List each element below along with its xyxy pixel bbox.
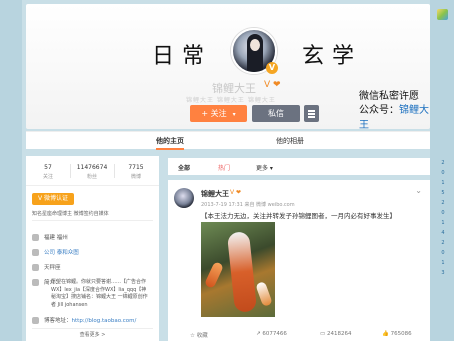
stat-posts[interactable]: 7715 微博 <box>114 164 158 180</box>
stat-label: 粉丝 <box>86 174 97 180</box>
stat-number: 7715 <box>128 164 144 171</box>
favorite-button[interactable]: ☆ 收藏 <box>190 331 208 339</box>
feed-tabs: 全部 热门 更多 ▾ <box>168 158 430 175</box>
post-author-name[interactable]: 锦鲤大王 <box>201 189 229 199</box>
rail-digit[interactable]: 1 <box>434 258 452 268</box>
tab-album[interactable]: 他的相册 <box>276 136 304 146</box>
profile-tabbar: 他的主页 他的相册 <box>26 131 430 150</box>
rail-digit[interactable]: 1 <box>434 178 452 188</box>
feed-post: 锦鲤大王 V ❤ 2013-7-19 17:31 来自 微博 weibo.com… <box>168 180 430 341</box>
tags-text: 天秤座 <box>44 265 61 271</box>
stat-followers[interactable]: 11476674 粉丝 <box>70 164 114 180</box>
info-tags: 天秤座 <box>32 263 156 271</box>
rail-digit[interactable]: 0 <box>434 168 452 178</box>
post-text: 【本王法力无边，关注并转发子孙锦鲤图者，一月内必有好事发生】 <box>201 212 396 220</box>
feed-tab-hot[interactable]: 热门 <box>218 163 230 172</box>
repost-button[interactable]: ↗ 6077466 <box>256 331 287 337</box>
profile-username: 锦鲤大王 <box>212 82 256 95</box>
profile-sidebar: 57 关注 11476674 粉丝 7715 微博 V 微博认证 知名星座命理博主 微… <box>26 156 159 341</box>
rail-digit[interactable]: 5 <box>434 188 452 198</box>
verified-badge-icon: V <box>266 62 278 74</box>
follow-button[interactable]: + 关注 ▾ <box>190 105 247 122</box>
stat-label: 关注 <box>42 174 53 180</box>
feed-tab-more[interactable]: 更多 ▾ <box>256 163 273 172</box>
follow-label: + 关注 <box>201 109 227 118</box>
info-company: 公司 泰和众图 <box>32 248 156 256</box>
location-text: 福建 福州 <box>44 235 68 241</box>
company-icon <box>32 249 39 256</box>
avatar-face <box>250 39 260 51</box>
app-icon[interactable] <box>437 9 448 20</box>
intro-icon <box>32 279 39 286</box>
post-actions: ☆ 收藏 ↗ 6077466 ▭ 2418264 👍 765086 <box>168 331 430 341</box>
profile-bio: 锦鲤大王 锦鲤大王 锦鲤大王 <box>186 97 276 104</box>
left-background-strip <box>0 0 22 341</box>
favorite-label: 收藏 <box>196 333 208 339</box>
blog-icon <box>32 317 39 324</box>
blog-label: 博客地址： <box>44 318 72 324</box>
location-icon <box>32 234 39 241</box>
rail-digit[interactable]: 0 <box>434 208 452 218</box>
chevron-down-icon[interactable]: ⌄ <box>415 186 422 195</box>
vip-icons: V ❤ <box>264 80 281 90</box>
like-button[interactable]: 👍 765086 <box>382 331 412 337</box>
comment-count: 2418264 <box>326 331 352 337</box>
tag-icon <box>32 264 39 271</box>
rail-digit[interactable]: 0 <box>434 248 452 258</box>
cover-title-right: 玄学 <box>302 44 363 69</box>
message-button[interactable]: 私信 <box>252 105 300 122</box>
post-koi-image[interactable] <box>201 222 275 317</box>
koi-fish-shape <box>255 281 273 307</box>
stat-following[interactable]: 57 关注 <box>26 164 70 180</box>
stat-number: 57 <box>44 164 52 171</box>
info-location: 福建 福州 <box>32 233 156 241</box>
stat-label: 微博 <box>130 174 141 180</box>
menu-line-icon <box>308 116 315 118</box>
official-account-note: 公众号：锦鲤大王 <box>359 101 430 131</box>
comment-button[interactable]: ▭ 2418264 <box>320 331 351 337</box>
chevron-down-icon: ▾ <box>232 111 236 118</box>
profile-cover: 日常 玄学 V 锦鲤大王 V ❤ 锦鲤大王 锦鲤大王 锦鲤大王 + 关注 ▾ 私信… <box>26 4 430 131</box>
official-account-prefix: 公众号： <box>359 105 399 116</box>
rail-digit[interactable]: 2 <box>434 238 452 248</box>
repost-count: 6077466 <box>262 331 287 337</box>
rail-digit[interactable]: 3 <box>434 268 452 278</box>
view-more-link[interactable]: 查看更多 > <box>26 331 159 338</box>
divider <box>32 220 153 221</box>
profile-page: 日常 玄学 V 锦鲤大王 V ❤ 锦鲤大王 锦鲤大王 锦鲤大王 + 关注 ▾ 私信… <box>0 0 454 341</box>
intro-text: 愿望在锦鲤。你就只要答谢……【广告合作WX】lex_jia【深度合作WX】lia… <box>51 279 148 308</box>
more-menu-button[interactable] <box>304 105 319 122</box>
wish-note: 微信私密许愿 <box>359 91 419 102</box>
tab-home[interactable]: 他的主页 <box>156 136 184 150</box>
verification-note: 知名星座命理博主 微博签约自媒体 <box>32 211 109 217</box>
blog-link[interactable]: http://blog.taobao.com/ <box>72 318 137 324</box>
menu-line-icon <box>308 110 315 112</box>
feed-tab-all[interactable]: 全部 <box>178 163 190 172</box>
post-meta: 2013-7-19 17:31 来自 微博 weibo.com <box>201 202 295 208</box>
post-author-avatar[interactable] <box>174 188 194 208</box>
verification-badge[interactable]: V 微博认证 <box>32 193 75 205</box>
menu-line-icon <box>308 113 315 115</box>
stats-row: 57 关注 11476674 粉丝 7715 微博 <box>26 156 159 186</box>
year-timeline-rail: 2 0 1 5 2 0 1 4 2 0 1 3 <box>434 158 452 278</box>
company-link[interactable]: 公司 泰和众图 <box>44 250 79 256</box>
stat-number: 11476674 <box>76 164 108 171</box>
divider <box>32 328 153 329</box>
koi-fish-shape <box>203 261 225 289</box>
info-blog: 博客地址：http://blog.taobao.com/ <box>32 316 156 324</box>
post-author-badges: V ❤ <box>230 189 242 196</box>
like-count: 765086 <box>390 331 412 337</box>
rail-digit[interactable]: 2 <box>434 198 452 208</box>
rail-digit[interactable]: 2 <box>434 158 452 168</box>
rail-digit[interactable]: 4 <box>434 228 452 238</box>
rail-digit[interactable]: 1 <box>434 218 452 228</box>
koi-fish-shape <box>226 231 258 313</box>
cover-title-left: 日常 <box>152 44 213 69</box>
